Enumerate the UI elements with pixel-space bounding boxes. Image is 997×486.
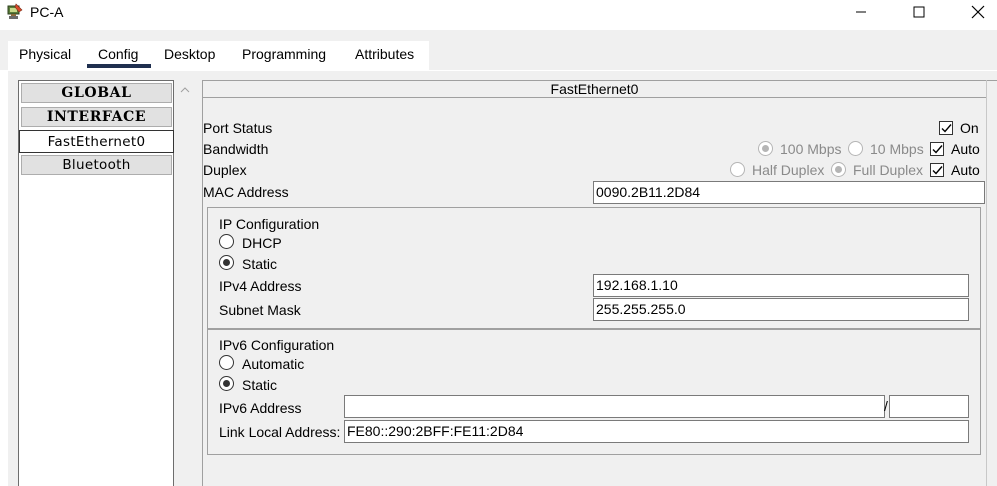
ipv4-config-heading: IP Configuration	[219, 216, 320, 232]
tab-config[interactable]: Config	[98, 46, 138, 62]
minimize-icon	[856, 11, 866, 13]
duplex-full-radio[interactable]	[831, 162, 846, 177]
ipv4-address-label: IPv4 Address	[219, 278, 302, 294]
subnet-mask-label: Subnet Mask	[219, 302, 301, 318]
maximize-button[interactable]	[896, 0, 942, 24]
ipv4-dhcp-radio[interactable]	[219, 234, 234, 249]
scroll-up-button[interactable]	[175, 80, 195, 100]
tab-programming[interactable]: Programming	[242, 46, 326, 62]
active-tab-indicator	[87, 64, 151, 68]
port-status-on-label: On	[960, 120, 979, 136]
duplex-auto-label: Auto	[951, 162, 980, 178]
ipv6-prefix-field[interactable]	[889, 395, 969, 418]
checkmark-icon	[932, 145, 943, 154]
ipv4-dhcp-label: DHCP	[242, 235, 282, 251]
ipv6-static-radio[interactable]	[219, 376, 234, 391]
bandwidth-100-label: 100 Mbps	[780, 141, 842, 157]
ipv6-address-label: IPv6 Address	[219, 400, 302, 416]
close-button[interactable]	[955, 0, 997, 24]
bandwidth-10-label: 10 Mbps	[870, 141, 924, 157]
chevron-up-icon	[180, 87, 190, 93]
maximize-icon	[913, 6, 925, 18]
port-status-label: Port Status	[203, 120, 273, 136]
mac-address-field[interactable]: 0090.2B11.2D84	[593, 181, 985, 204]
ipv6-static-label: Static	[242, 377, 278, 393]
port-status-checkbox[interactable]	[939, 121, 953, 135]
bandwidth-100-radio[interactable]	[758, 141, 773, 156]
minimize-button[interactable]	[838, 0, 884, 24]
duplex-label: Duplex	[203, 162, 247, 178]
bandwidth-auto-checkbox[interactable]	[930, 142, 944, 156]
panel-divider	[986, 80, 987, 486]
bandwidth-label: Bandwidth	[203, 141, 269, 157]
checkmark-icon	[941, 124, 952, 133]
ipv6-config-heading: IPv6 Configuration	[219, 337, 335, 353]
ipv6-prefix-separator: /	[884, 398, 888, 414]
duplex-half-label: Half Duplex	[752, 162, 825, 178]
ipv4-static-radio[interactable]	[219, 255, 234, 270]
link-local-address-field[interactable]: FE80::290:2BFF:FE11:2D84	[344, 420, 969, 443]
tab-desktop[interactable]: Desktop	[164, 46, 215, 62]
tab-attributes[interactable]: Attributes	[355, 46, 414, 62]
checkmark-icon	[932, 166, 943, 175]
app-icon	[6, 3, 24, 21]
sidebar-item-global[interactable]: GLOBAL	[21, 83, 172, 103]
bandwidth-10-radio[interactable]	[848, 141, 863, 156]
link-local-address-label: Link Local Address:	[219, 424, 341, 440]
ipv6-automatic-label: Automatic	[242, 356, 305, 372]
bandwidth-auto-label: Auto	[951, 141, 980, 157]
window-title: PC-A	[30, 4, 64, 20]
tab-physical[interactable]: Physical	[19, 46, 71, 62]
sidebar-item-fastethernet0[interactable]: FastEthernet0	[19, 130, 174, 153]
subnet-mask-field[interactable]: 255.255.255.0	[593, 298, 969, 321]
ipv6-address-field[interactable]	[344, 395, 885, 418]
close-icon	[971, 5, 985, 19]
ipv4-static-label: Static	[242, 256, 278, 272]
mac-address-label: MAC Address	[203, 184, 289, 200]
sidebar-item-bluetooth[interactable]: Bluetooth	[21, 155, 172, 175]
sidebar-item-interface[interactable]: INTERFACE	[21, 107, 172, 127]
duplex-half-radio[interactable]	[730, 162, 745, 177]
duplex-auto-checkbox[interactable]	[930, 163, 944, 177]
sidebar-scrollbar[interactable]	[175, 80, 195, 486]
ipv4-address-field[interactable]: 192.168.1.10	[593, 274, 969, 297]
panel-title: FastEthernet0	[203, 80, 986, 98]
ipv6-automatic-radio[interactable]	[219, 355, 234, 370]
duplex-full-label: Full Duplex	[853, 162, 924, 178]
title-bar: PC-A	[0, 0, 997, 24]
